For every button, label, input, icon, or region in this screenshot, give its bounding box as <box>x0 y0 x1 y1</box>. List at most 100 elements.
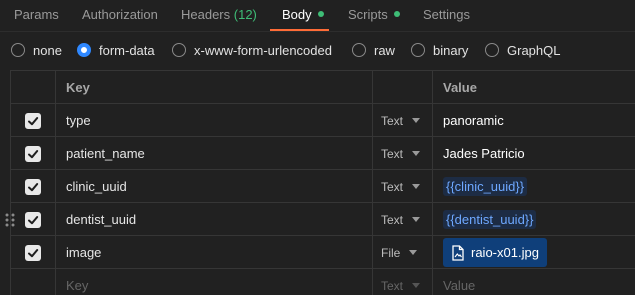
variable-token[interactable]: {{clinic_uuid}} <box>443 177 528 196</box>
row-type-select[interactable]: Text <box>373 104 433 137</box>
form-data-table: Key Value type Text panoramic patient_na… <box>5 70 635 295</box>
row-key[interactable]: type <box>56 104 373 137</box>
tab-headers[interactable]: Headers (12) <box>181 7 257 22</box>
row-check-cell <box>11 104 56 137</box>
radio-none-circle[interactable] <box>11 43 25 57</box>
chevron-down-icon <box>412 184 421 189</box>
row-check-cell <box>11 236 56 269</box>
tab-settings-label: Settings <box>423 7 470 22</box>
row-checkbox[interactable] <box>25 244 41 261</box>
header-check-cell <box>11 71 56 104</box>
chevron-down-icon <box>409 250 418 255</box>
variable-token[interactable]: {{dentist_uuid}} <box>443 210 537 229</box>
tab-scripts[interactable]: Scripts <box>348 7 400 22</box>
radio-raw-circle[interactable] <box>352 43 366 57</box>
checkmark-icon <box>28 116 39 125</box>
table-row: clinic_uuid Text {{clinic_uuid}} <box>11 170 635 203</box>
row-check-cell <box>11 170 56 203</box>
table-row: type Text panoramic <box>11 104 635 137</box>
checkmark-icon <box>28 182 39 191</box>
request-tabs: Params Authorization Headers (12) Body S… <box>0 0 635 31</box>
tab-body[interactable]: Body <box>282 7 324 22</box>
file-chip[interactable]: raio-x01.jpg <box>443 238 547 267</box>
body-status-dot <box>317 11 324 17</box>
radio-raw-label: raw <box>374 42 395 58</box>
row-value-cell[interactable]: {{dentist_uuid}} <box>433 203 635 236</box>
new-type-label: Text <box>381 278 404 293</box>
table-row: image File raio-x01.jpg <box>11 236 635 269</box>
row-key[interactable]: dentist_uuid <box>56 203 373 236</box>
row-type-label: Text <box>381 113 404 128</box>
table-header-row: Key Value <box>11 71 635 104</box>
checkmark-icon <box>28 215 39 224</box>
radio-binary-label: binary <box>433 42 469 58</box>
row-value-cell: raio-x01.jpg <box>433 236 635 269</box>
tab-settings[interactable]: Settings <box>423 7 470 22</box>
chevron-down-icon <box>412 151 421 156</box>
row-type-label: File <box>381 245 401 260</box>
row-checkbox[interactable] <box>25 211 41 228</box>
scripts-status-dot <box>393 11 400 17</box>
row-checkbox[interactable] <box>25 145 41 162</box>
file-image-icon <box>452 244 464 261</box>
header-type-cell <box>373 71 433 104</box>
radio-binary-circle[interactable] <box>411 43 425 57</box>
new-type-select[interactable]: Text <box>373 269 433 295</box>
tab-params-label: Params <box>14 7 59 22</box>
row-type-label: Text <box>381 179 404 194</box>
radio-x-www-form-urlencoded-circle[interactable] <box>172 43 186 57</box>
radio-graphql-label: GraphQL <box>507 42 561 58</box>
file-name: raio-x01.jpg <box>471 245 539 260</box>
drag-handle-icon[interactable] <box>5 213 15 227</box>
tab-params[interactable]: Params <box>14 7 59 22</box>
header-value: Value <box>443 80 477 95</box>
row-value[interactable]: panoramic <box>433 104 635 137</box>
radio-none[interactable]: none <box>11 40 62 60</box>
table-row-placeholder: Key Text Value <box>11 269 635 295</box>
tab-headers-count: (12) <box>233 7 257 22</box>
row-type-label: Text <box>381 146 404 161</box>
radio-form-data[interactable]: form-data <box>77 40 155 60</box>
row-type-label: Text <box>381 212 404 227</box>
row-type-select[interactable]: Text <box>373 203 433 236</box>
row-checkbox[interactable] <box>25 112 41 129</box>
new-key-input[interactable]: Key <box>56 269 373 295</box>
row-check-cell <box>5 203 56 236</box>
row-check-cell <box>11 137 56 170</box>
row-value-cell[interactable]: {{clinic_uuid}} <box>433 170 635 203</box>
new-value-input[interactable]: Value <box>433 269 635 295</box>
table-row: patient_name Text Jades Patricio <box>11 137 635 170</box>
tab-authorization[interactable]: Authorization <box>82 7 158 22</box>
row-checkbox[interactable] <box>25 178 41 195</box>
tabs-divider <box>0 31 635 32</box>
radio-binary[interactable]: binary <box>411 40 468 60</box>
row-key[interactable]: patient_name <box>56 137 373 170</box>
row-type-select[interactable]: Text <box>373 170 433 203</box>
row-type-select[interactable]: File <box>373 236 433 269</box>
radio-x-www-form-urlencoded[interactable]: x-www-form-urlencoded <box>172 40 332 60</box>
row-type-select[interactable]: Text <box>373 137 433 170</box>
chevron-down-icon <box>412 283 421 288</box>
tab-headers-label: Headers <box>181 7 231 22</box>
table-row: dentist_uuid Text {{dentist_uuid}} <box>5 203 635 236</box>
row-value[interactable]: Jades Patricio <box>433 137 635 170</box>
checkmark-icon <box>28 149 39 158</box>
row-check-cell <box>11 269 56 295</box>
radio-raw[interactable]: raw <box>352 40 395 60</box>
tab-scripts-label: Scripts <box>348 7 388 22</box>
radio-x-www-form-urlencoded-label: x-www-form-urlencoded <box>194 42 332 58</box>
radio-graphql-circle[interactable] <box>485 43 499 57</box>
chevron-down-icon <box>412 217 421 222</box>
radio-form-data-label: form-data <box>99 42 155 58</box>
body-type-radio-group: none form-data x-www-form-urlencoded raw… <box>0 40 635 60</box>
header-key: Key <box>56 71 373 104</box>
radio-graphql[interactable]: GraphQL <box>485 40 560 60</box>
row-key[interactable]: clinic_uuid <box>56 170 373 203</box>
radio-none-label: none <box>33 42 62 58</box>
row-key[interactable]: image <box>56 236 373 269</box>
tab-body-label: Body <box>282 7 312 22</box>
checkmark-icon <box>28 248 39 257</box>
chevron-down-icon <box>412 118 421 123</box>
radio-form-data-circle[interactable] <box>77 43 91 57</box>
tab-authorization-label: Authorization <box>82 7 158 22</box>
